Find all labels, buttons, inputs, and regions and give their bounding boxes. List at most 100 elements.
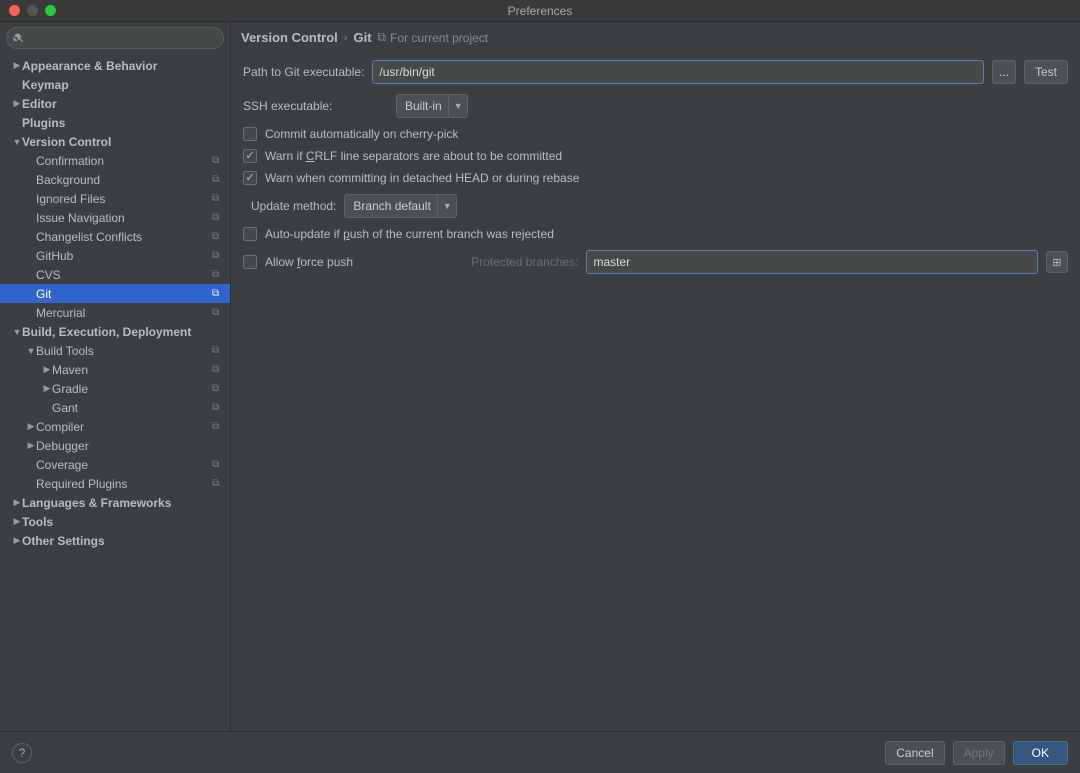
sidebar-item-changelist-conflicts[interactable]: Changelist Conflicts⧉ [0, 227, 230, 246]
browse-button[interactable]: ... [992, 60, 1016, 84]
chk-cherry-pick[interactable]: Commit automatically on cherry-pick [243, 127, 1068, 141]
sidebar-item-build-execution-deployment[interactable]: ▼Build, Execution, Deployment [0, 322, 230, 341]
apply-button[interactable]: Apply [953, 741, 1005, 765]
sidebar-item-label: Build, Execution, Deployment [22, 325, 224, 339]
sidebar-item-appearance-behavior[interactable]: ▶Appearance & Behavior [0, 56, 230, 75]
sidebar-item-label: Mercurial [36, 306, 212, 320]
checkbox-checked-icon [243, 149, 257, 163]
zoom-window-icon[interactable] [45, 5, 56, 16]
protected-branches-input [586, 250, 1038, 274]
test-button[interactable]: Test [1024, 60, 1068, 84]
project-scope-icon: ⧉ [212, 288, 224, 299]
footer: ? Cancel Apply OK [0, 731, 1080, 773]
sidebar-item-label: Build Tools [36, 344, 212, 358]
sidebar-item-label: Other Settings [22, 534, 224, 548]
project-scope-icon: ⧉ [212, 250, 224, 261]
sidebar-item-label: Changelist Conflicts [36, 230, 212, 244]
sidebar-item-maven[interactable]: ▶Maven⧉ [0, 360, 230, 379]
chevron-down-icon: ▼ [448, 95, 463, 117]
sidebar-item-label: CVS [36, 268, 212, 282]
label-update-method: Update method: [251, 199, 336, 213]
chk-detached[interactable]: Warn when committing in detached HEAD or… [243, 171, 1068, 185]
sidebar-item-label: Coverage [36, 458, 212, 472]
sidebar-item-background[interactable]: Background⧉ [0, 170, 230, 189]
search-input[interactable] [6, 27, 224, 49]
project-scope-icon: ⧉ [212, 231, 224, 242]
sidebar-item-build-tools[interactable]: ▼Build Tools⧉ [0, 341, 230, 360]
label-git-path: Path to Git executable: [243, 65, 364, 79]
project-scope-icon: ⧉ [212, 155, 224, 166]
help-button[interactable]: ? [12, 743, 32, 763]
checkbox-icon [243, 255, 257, 269]
sidebar-item-keymap[interactable]: Keymap [0, 75, 230, 94]
breadcrumb-parent[interactable]: Version Control [241, 30, 338, 45]
sidebar-item-label: GitHub [36, 249, 212, 263]
settings-panel: Path to Git executable: ... Test SSH exe… [231, 51, 1080, 283]
project-scope-icon: ⧉ [212, 269, 224, 280]
sidebar-item-mercurial[interactable]: Mercurial⧉ [0, 303, 230, 322]
chk-force-push[interactable]: Allow force push [243, 255, 353, 269]
sidebar-item-git[interactable]: Git⧉ [0, 284, 230, 303]
sidebar-item-label: Plugins [22, 116, 224, 130]
main-panel: Version Control › Git ⧉ For current proj… [231, 22, 1080, 731]
cancel-button[interactable]: Cancel [885, 741, 944, 765]
sidebar-item-issue-navigation[interactable]: Issue Navigation⧉ [0, 208, 230, 227]
sidebar: ▶Appearance & BehaviorKeymap▶EditorPlugi… [0, 22, 231, 731]
scope-hint: ⧉ For current project [378, 30, 489, 45]
sidebar-item-label: Keymap [22, 78, 224, 92]
sidebar-item-debugger[interactable]: ▶Debugger [0, 436, 230, 455]
sidebar-item-plugins[interactable]: Plugins [0, 113, 230, 132]
sidebar-item-label: Background [36, 173, 212, 187]
project-scope-icon: ⧉ [212, 345, 224, 356]
sidebar-item-other-settings[interactable]: ▶Other Settings [0, 531, 230, 550]
tree-arrow-icon: ▼ [26, 346, 36, 356]
chk-crlf[interactable]: Warn if CRLF line separators are about t… [243, 149, 1068, 163]
sidebar-item-label: Debugger [36, 439, 224, 453]
checkbox-icon [243, 227, 257, 241]
ssh-select[interactable]: Built-in ▼ [396, 94, 468, 118]
sidebar-item-ignored-files[interactable]: Ignored Files⧉ [0, 189, 230, 208]
sidebar-item-confirmation[interactable]: Confirmation⧉ [0, 151, 230, 170]
chk-auto-update[interactable]: Auto-update if push of the current branc… [243, 227, 1068, 241]
sidebar-item-label: Maven [52, 363, 212, 377]
sidebar-item-cvs[interactable]: CVS⧉ [0, 265, 230, 284]
sidebar-item-required-plugins[interactable]: Required Plugins⧉ [0, 474, 230, 493]
search-icon [13, 32, 25, 44]
project-scope-icon: ⧉ [212, 478, 224, 489]
row-ssh: SSH executable: Built-in ▼ [243, 93, 1068, 119]
sidebar-item-gradle[interactable]: ▶Gradle⧉ [0, 379, 230, 398]
sidebar-item-languages-frameworks[interactable]: ▶Languages & Frameworks [0, 493, 230, 512]
checkbox-checked-icon [243, 171, 257, 185]
project-scope-icon: ⧉ [212, 383, 224, 394]
row-force-push: Allow force push Protected branches: ⊞ [243, 249, 1068, 275]
sidebar-item-gant[interactable]: Gant⧉ [0, 398, 230, 417]
chk-detached-label: Warn when committing in detached HEAD or… [265, 171, 579, 185]
breadcrumb-separator-icon: › [344, 32, 348, 44]
expand-list-button[interactable]: ⊞ [1046, 251, 1068, 273]
tree-arrow-icon: ▼ [12, 327, 22, 337]
sidebar-item-github[interactable]: GitHub⧉ [0, 246, 230, 265]
sidebar-item-editor[interactable]: ▶Editor [0, 94, 230, 113]
project-scope-icon: ⧉ [212, 193, 224, 204]
sidebar-item-label: Gant [52, 401, 212, 415]
update-method-value: Branch default [353, 199, 430, 213]
minimize-window-icon [27, 5, 38, 16]
sidebar-item-coverage[interactable]: Coverage⧉ [0, 455, 230, 474]
close-window-icon[interactable] [9, 5, 20, 16]
chk-crlf-label: Warn if CRLF line separators are about t… [265, 149, 562, 163]
sidebar-item-label: Version Control [22, 135, 224, 149]
checkbox-icon [243, 127, 257, 141]
label-ssh: SSH executable: [243, 99, 388, 113]
breadcrumb: Version Control › Git ⧉ For current proj… [231, 22, 1080, 51]
sidebar-item-label: Editor [22, 97, 224, 111]
sidebar-item-compiler[interactable]: ▶Compiler⧉ [0, 417, 230, 436]
sidebar-item-version-control[interactable]: ▼Version Control [0, 132, 230, 151]
row-git-path: Path to Git executable: ... Test [243, 59, 1068, 85]
sidebar-item-label: Appearance & Behavior [22, 59, 224, 73]
sidebar-item-tools[interactable]: ▶Tools [0, 512, 230, 531]
ok-button[interactable]: OK [1013, 741, 1068, 765]
sidebar-item-label: Gradle [52, 382, 212, 396]
tree-arrow-icon: ▶ [12, 516, 22, 527]
git-path-input[interactable] [372, 60, 984, 84]
update-method-select[interactable]: Branch default ▼ [344, 194, 456, 218]
